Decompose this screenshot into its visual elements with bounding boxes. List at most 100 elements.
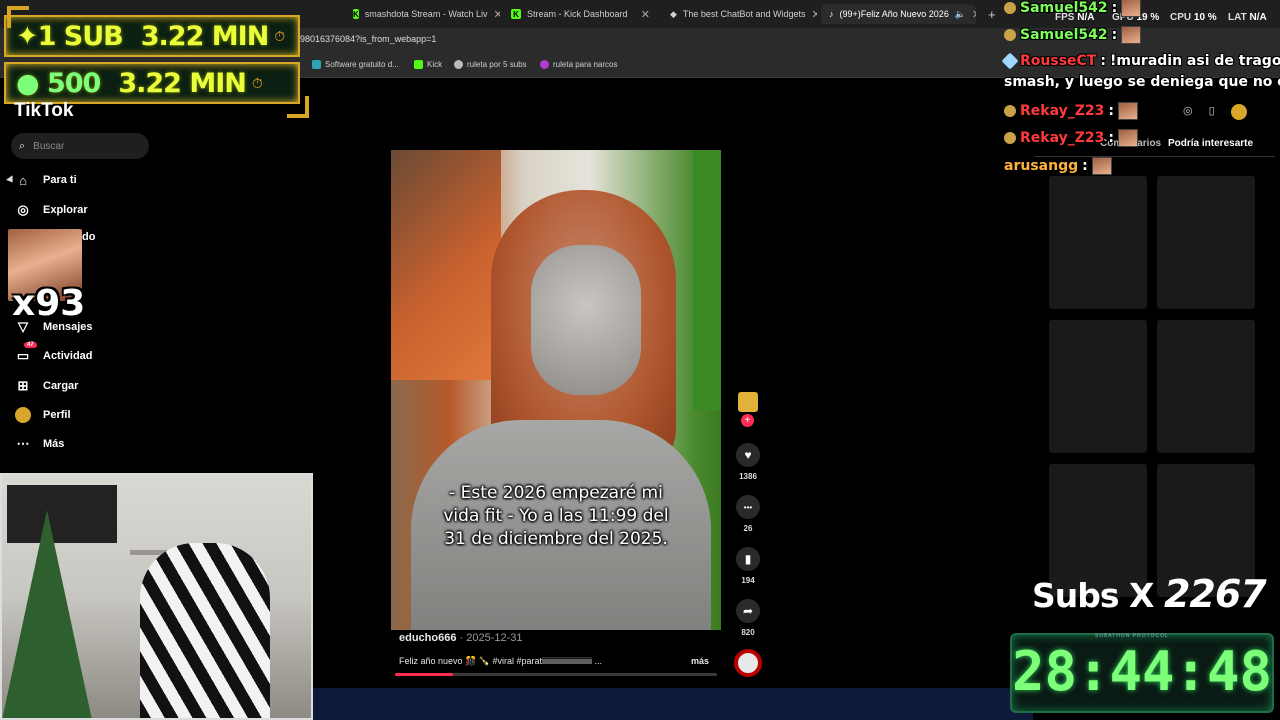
close-icon[interactable]: ✕ <box>494 8 501 21</box>
video-author[interactable]: educho666 · 2025-12-31 <box>399 632 523 644</box>
badge-icon <box>1004 105 1016 117</box>
chat-username: Samuel542 <box>1020 0 1108 16</box>
upload-icon: ⊞ <box>17 378 29 393</box>
nav-label: Cargar <box>43 380 79 392</box>
bookmark-label: ruleta para narcos <box>553 60 618 69</box>
comment-icon: ••• <box>736 495 760 519</box>
author-avatar[interactable] <box>738 392 758 412</box>
chat-username: arusangg <box>1004 158 1079 174</box>
follow-button[interactable]: + <box>741 414 754 427</box>
chat-message: Rekay_Z23: <box>1004 129 1138 147</box>
close-icon[interactable]: ✕ <box>641 8 650 21</box>
chat-username: Rekay_Z23 <box>1020 130 1105 146</box>
badge-icon <box>1004 132 1016 144</box>
badge-icon <box>1004 29 1016 41</box>
globe-icon <box>454 60 463 69</box>
suggested-video-card[interactable] <box>1157 176 1255 309</box>
chat-message: Samuel542: <box>1004 26 1142 44</box>
nav-item-perfil[interactable]: Perfil <box>15 407 71 423</box>
kick-icon <box>414 60 423 69</box>
chat-message: Samuel542: <box>1004 0 1142 17</box>
more-link[interactable]: más <box>691 656 709 666</box>
subs-count: 2267 <box>1163 572 1267 616</box>
search-input[interactable]: ⌕ Buscar <box>11 133 149 159</box>
nav-item-actividad[interactable]: ▭ 47 Actividad <box>15 342 93 364</box>
sub-goal-widget: ✦1 SUB 3.22 MIN ⏱ <box>4 15 300 57</box>
suggested-video-card[interactable] <box>1049 320 1147 453</box>
speaker-icon: 🔈 <box>954 8 967 19</box>
bookmark-ruleta-subs[interactable]: ruleta por 5 subs <box>454 60 527 69</box>
taskbar-strip <box>313 688 1033 720</box>
bookmark-kick[interactable]: Kick <box>414 60 442 69</box>
clock-icon: ⏱ <box>274 27 286 44</box>
emote-icon <box>1121 26 1142 44</box>
avatar[interactable] <box>1230 104 1247 120</box>
share-button[interactable]: ➦ 820 <box>735 599 761 637</box>
goal-time: 3.22 MIN <box>118 67 247 99</box>
nav-item-mas[interactable]: ⋯ Más <box>15 436 65 452</box>
tab-podria-interesarte[interactable]: Podría interesarte <box>1168 138 1253 149</box>
christmas-tree-shape <box>2 510 92 718</box>
save-count: 194 <box>741 576 755 585</box>
phone-icon[interactable]: ▯ <box>1209 104 1215 120</box>
bookmark-ruleta-narcos[interactable]: ruleta para narcos <box>540 60 617 69</box>
goal-count: ● 500 <box>16 67 101 99</box>
url-text: 98016376084?is_from_webapp=1 <box>300 34 437 44</box>
timer-label: SUBATHON PROTOCOL <box>1095 633 1169 639</box>
comment-button[interactable]: ••• 26 <box>735 495 761 533</box>
badge-icon <box>1004 2 1016 14</box>
video-caption: - Este 2026 empezaré mi vida fit - Yo a … <box>443 483 669 549</box>
nav-item-para-ti[interactable]: ⌂ Para ti <box>15 172 77 188</box>
chat-username: RousseCT <box>1020 53 1097 69</box>
share-count: 820 <box>741 628 755 637</box>
save-button[interactable]: ▮ 194 <box>735 547 761 585</box>
bookmark-label: Software gratuito d... <box>325 60 399 69</box>
tab-label: Stream - Kick Dashboard <box>527 9 628 19</box>
gem-icon: ● <box>16 67 40 99</box>
nav-item-hidden[interactable]: do <box>82 231 95 243</box>
nav-item-cargar[interactable]: ⊞ Cargar <box>15 378 79 394</box>
tiktok-logo[interactable]: TikTok <box>14 100 73 122</box>
points-goal-widget: ● 500 3.22 MIN ⏱ <box>4 62 300 104</box>
video-player[interactable]: - Este 2026 empezaré mi vida fit - Yo a … <box>391 150 721 630</box>
tab-tiktok[interactable]: ♪ (99+)Feliz Año Nuevo 2026 🔈 ✕ <box>821 4 976 24</box>
tab-chatbot[interactable]: ◆ The best ChatBot and Widgets ✕ <box>662 4 817 24</box>
subathon-timer: 28:44:48 <box>1011 640 1273 703</box>
new-tab-button[interactable]: + <box>980 4 1000 24</box>
subs-counter: Subs X 2267 <box>1032 572 1267 616</box>
nav-label: Para ti <box>43 174 77 186</box>
webcam-feed <box>0 473 313 720</box>
chat-username: Rekay_Z23 <box>1020 103 1105 119</box>
compass-icon[interactable]: ◎ <box>1183 104 1193 120</box>
tab-label: The best ChatBot and Widgets <box>682 9 806 19</box>
diamond-icon <box>1001 52 1019 70</box>
music-disc-icon[interactable] <box>734 649 762 677</box>
video-progress-bar[interactable] <box>395 673 717 676</box>
subs-label: Subs X <box>1032 576 1154 615</box>
like-button[interactable]: ♥ 1386 <box>735 443 761 481</box>
ruleta-icon <box>540 60 549 69</box>
tab-label: (99+)Feliz Año Nuevo 2026 <box>839 9 949 19</box>
nav-item-explorar[interactable]: ◎ Explorar <box>15 202 87 218</box>
username[interactable]: educho666 <box>399 632 456 644</box>
progress-fill <box>395 673 453 676</box>
comment-count: 26 <box>743 524 753 533</box>
nav-label: Más <box>43 438 65 450</box>
frame-corner-icon <box>287 96 309 118</box>
close-icon[interactable]: ✕ <box>812 8 818 21</box>
chat-username: Samuel542 <box>1020 27 1108 43</box>
lat-stat: LAT N/A <box>1228 12 1267 23</box>
suggested-video-card[interactable] <box>1049 176 1147 309</box>
emote-icon <box>1117 102 1138 120</box>
tab-kick-dashboard[interactable]: K Stream - Kick Dashboard ✕ <box>503 4 658 24</box>
bookmark-software[interactable]: Software gratuito d... <box>312 60 399 69</box>
close-icon[interactable]: ✕ <box>972 8 976 21</box>
bookmark-label: ruleta por 5 subs <box>467 60 527 69</box>
suggested-video-card[interactable] <box>1157 320 1255 453</box>
video-subject-face <box>531 245 641 395</box>
tab-smashdota[interactable]: K smashdota Stream - Watch Liv ✕ <box>345 4 500 24</box>
emote-icon <box>1091 157 1112 175</box>
heart-icon: ♥ <box>736 443 760 467</box>
chat-message: arusangg: <box>1004 157 1112 175</box>
inbox-icon: ▭ 47 <box>15 342 37 364</box>
